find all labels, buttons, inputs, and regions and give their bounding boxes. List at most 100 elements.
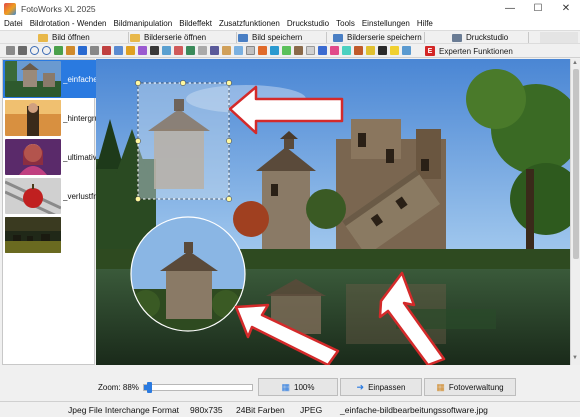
maximize-icon[interactable]: ☐ bbox=[524, 0, 552, 17]
fit-button[interactable]: ➜ Einpassen bbox=[340, 378, 422, 396]
floppy-disk-icon bbox=[333, 33, 343, 42]
toolbar-separator bbox=[326, 32, 327, 43]
folder-icon bbox=[38, 33, 48, 42]
thumbnail-label: _ultimative bbox=[63, 152, 96, 162]
info-icon[interactable] bbox=[402, 46, 411, 55]
zoom-label: Zoom: 88% bbox=[98, 383, 139, 392]
save-image-button[interactable]: Bild speichern bbox=[238, 32, 302, 43]
frame-icon[interactable] bbox=[174, 46, 183, 55]
menu-druckstudio[interactable]: Druckstudio bbox=[287, 19, 329, 28]
scroll-up-icon[interactable]: ▲ bbox=[572, 60, 578, 66]
undo-icon[interactable] bbox=[6, 46, 15, 55]
print-studio-label: Druckstudio bbox=[466, 33, 509, 42]
disabled-toolbar-button bbox=[540, 32, 578, 43]
copy-icon[interactable] bbox=[90, 46, 99, 55]
scrollbar-thumb[interactable] bbox=[573, 69, 579, 259]
sharpen-icon[interactable] bbox=[150, 46, 159, 55]
menu-hilfe[interactable]: Hilfe bbox=[417, 19, 433, 28]
menu-einstellungen[interactable]: Einstellungen bbox=[362, 19, 410, 28]
thumbnail-label: _verlustfre bbox=[63, 191, 96, 201]
toolbar-separator bbox=[128, 32, 129, 43]
menu-bar: Datei Bildrotation - Wenden Bildmanipula… bbox=[0, 17, 580, 30]
zoom-slider-handle[interactable] bbox=[147, 382, 153, 393]
vignette-icon[interactable] bbox=[354, 46, 363, 55]
watermark-icon[interactable] bbox=[210, 46, 219, 55]
expert-functions-button[interactable]: E Experten Funktionen bbox=[425, 45, 513, 57]
color-icon[interactable] bbox=[126, 46, 135, 55]
sepia-icon[interactable] bbox=[294, 46, 303, 55]
toolbar-separator bbox=[528, 32, 529, 43]
zoom-slider[interactable] bbox=[143, 382, 253, 393]
gradient-icon[interactable] bbox=[258, 46, 267, 55]
thumbnail-item[interactable]: _hintergru bbox=[3, 99, 96, 137]
brightness-icon[interactable] bbox=[114, 46, 123, 55]
rotate-left-icon[interactable] bbox=[30, 46, 39, 55]
toolbar-separator bbox=[236, 32, 237, 43]
effect-icon[interactable] bbox=[138, 46, 147, 55]
vertical-scrollbar[interactable]: ▲ ▼ bbox=[570, 59, 580, 365]
minimize-icon[interactable]: — bbox=[496, 0, 524, 17]
zoom-100-label: 100% bbox=[294, 382, 315, 392]
scroll-down-icon[interactable]: ▼ bbox=[572, 355, 578, 361]
red-eye-icon[interactable] bbox=[102, 46, 111, 55]
open-image-button[interactable]: Bild öffnen bbox=[38, 32, 90, 43]
menu-bildrotation[interactable]: Bildrotation - Wenden bbox=[30, 19, 107, 28]
menu-zusatzfunktionen[interactable]: Zusatzfunktionen bbox=[219, 19, 280, 28]
main-toolbar: Bild öffnen Bilderserie öffnen Bild spei… bbox=[0, 30, 580, 44]
zoom-reset-icon: ▦ bbox=[281, 381, 291, 392]
flip-icon[interactable] bbox=[54, 46, 63, 55]
window-controls: — ☐ ✕ bbox=[496, 0, 580, 17]
thumbnail-image bbox=[5, 178, 61, 214]
print-studio-button[interactable]: Druckstudio bbox=[452, 32, 508, 43]
cartoon-icon[interactable] bbox=[282, 46, 291, 55]
menu-bildeffekt[interactable]: Bildeffekt bbox=[179, 19, 212, 28]
thumbnail-list: _einfache- _hintergru bbox=[2, 59, 96, 365]
blur-icon[interactable] bbox=[162, 46, 171, 55]
eraser-icon[interactable] bbox=[246, 46, 255, 55]
thumbnail-item[interactable]: _einfache- bbox=[3, 60, 96, 98]
rotate-right-icon[interactable] bbox=[42, 46, 51, 55]
crop-icon[interactable] bbox=[66, 46, 75, 55]
grayscale-icon[interactable] bbox=[306, 46, 315, 55]
thumbnail-item[interactable]: _verlustfre bbox=[3, 177, 96, 215]
menu-tools[interactable]: Tools bbox=[336, 19, 355, 28]
open-series-label: Bilderserie öffnen bbox=[144, 33, 207, 42]
photo-manager-label: Fotoverwaltung bbox=[448, 382, 504, 392]
brush-icon[interactable] bbox=[222, 46, 231, 55]
clone-icon[interactable] bbox=[234, 46, 243, 55]
photo-manager-button[interactable]: ▦ Fotoverwaltung bbox=[424, 378, 516, 396]
thumbnail-item[interactable] bbox=[3, 216, 96, 254]
panorama-icon[interactable] bbox=[342, 46, 351, 55]
folder-icon bbox=[130, 33, 140, 42]
film-icon[interactable] bbox=[378, 46, 387, 55]
heart-icon[interactable] bbox=[330, 46, 339, 55]
select-icon[interactable] bbox=[18, 46, 27, 55]
zoom-100-button[interactable]: ▦ 100% bbox=[258, 378, 338, 396]
resize-icon[interactable] bbox=[78, 46, 87, 55]
open-series-button[interactable]: Bilderserie öffnen bbox=[130, 32, 206, 43]
text-icon[interactable] bbox=[198, 46, 207, 55]
thumbnail-label: _einfache- bbox=[63, 74, 96, 84]
mirror-icon[interactable] bbox=[318, 46, 327, 55]
sun-icon[interactable] bbox=[366, 46, 375, 55]
menu-bildmanipulation[interactable]: Bildmanipulation bbox=[113, 19, 172, 28]
perspective-icon[interactable] bbox=[270, 46, 279, 55]
menu-datei[interactable]: Datei bbox=[4, 19, 23, 28]
status-dimensions: 980x735 bbox=[190, 405, 223, 415]
star-icon[interactable] bbox=[390, 46, 399, 55]
collage-icon[interactable] bbox=[186, 46, 195, 55]
title-bar: FotoWorks XL 2025 — ☐ ✕ bbox=[0, 0, 580, 17]
close-icon[interactable]: ✕ bbox=[552, 0, 580, 17]
expert-icon: E bbox=[425, 46, 435, 56]
app-window: FotoWorks XL 2025 — ☐ ✕ Datei Bildrotati… bbox=[0, 0, 580, 417]
save-series-button[interactable]: Bilderserie speichern bbox=[333, 32, 422, 43]
status-format: Jpeg File Interchange Format bbox=[68, 405, 180, 415]
window-title: FotoWorks XL 2025 bbox=[21, 3, 96, 14]
printer-icon bbox=[452, 33, 462, 42]
fit-arrow-icon: ➜ bbox=[356, 381, 365, 392]
image-canvas[interactable] bbox=[96, 59, 570, 365]
floppy-disk-icon bbox=[238, 33, 248, 42]
thumbnail-item[interactable]: _ultimative bbox=[3, 138, 96, 176]
status-type: JPEG bbox=[300, 405, 323, 415]
save-series-label: Bilderserie speichern bbox=[347, 33, 422, 42]
